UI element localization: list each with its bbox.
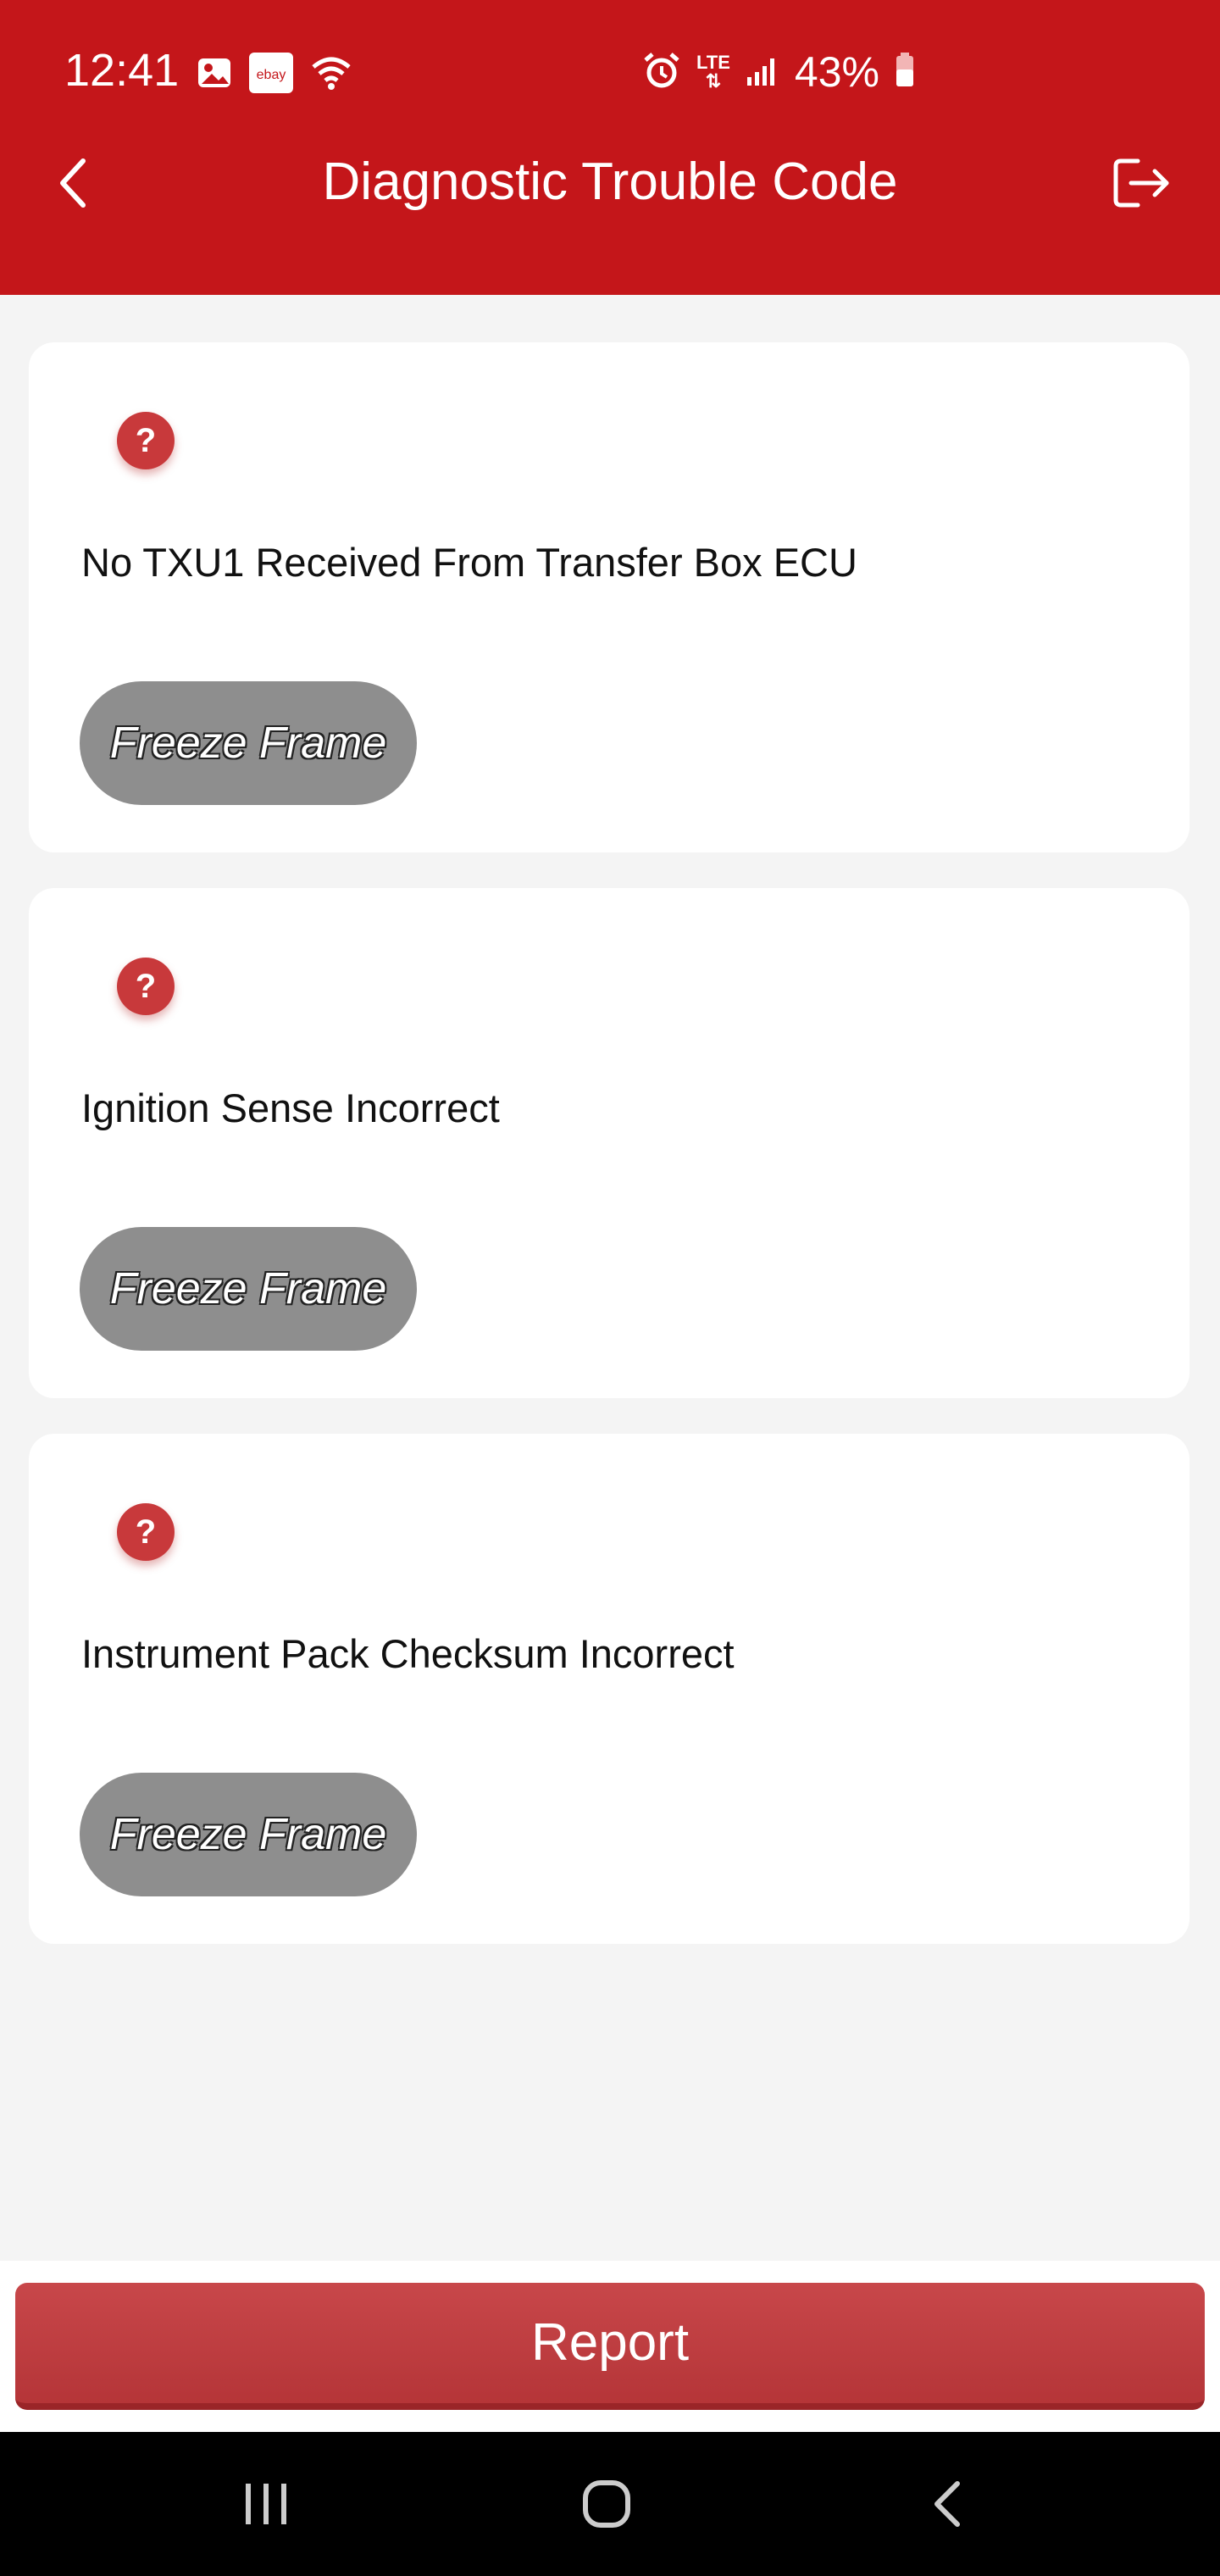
logout-icon — [1113, 158, 1169, 208]
freeze-frame-button[interactable]: Freeze Frame — [80, 1227, 417, 1351]
help-icon[interactable]: ? — [117, 958, 175, 1015]
battery-icon — [895, 52, 915, 92]
help-icon[interactable]: ? — [117, 1503, 175, 1561]
alarm-icon — [642, 52, 681, 93]
dtc-card: ? No TXU1 Received From Transfer Box ECU… — [29, 342, 1190, 852]
ebay-icon: ebay — [249, 53, 293, 97]
signal-icon — [746, 53, 779, 92]
dtc-card: ? Instrument Pack Checksum Incorrect Fre… — [29, 1434, 1190, 1944]
back-button[interactable] — [34, 142, 115, 224]
freeze-frame-button[interactable]: Freeze Frame — [80, 681, 417, 805]
help-icon[interactable]: ? — [117, 412, 175, 469]
lte-icon: LTE ⇅ — [696, 52, 730, 92]
status-right-icons: LTE ⇅ 43% — [642, 47, 915, 97]
exit-button[interactable] — [1101, 142, 1183, 224]
report-button[interactable]: Report — [15, 2283, 1205, 2410]
freeze-frame-button[interactable]: Freeze Frame — [80, 1773, 417, 1896]
dtc-description: Ignition Sense Incorrect — [81, 1085, 500, 1130]
recent-apps-button[interactable] — [215, 2466, 317, 2542]
system-back-button[interactable] — [896, 2466, 998, 2542]
dtc-description: No TXU1 Received From Transfer Box ECU — [81, 540, 857, 585]
status-left-icons: ebay — [197, 53, 352, 97]
dtc-description: Instrument Pack Checksum Incorrect — [81, 1631, 735, 1676]
system-navigation-bar — [0, 2432, 1220, 2576]
home-icon — [583, 2480, 630, 2528]
gallery-icon — [197, 57, 232, 93]
status-time: 12:41 — [64, 45, 180, 96]
dtc-card: ? Ignition Sense Incorrect Freeze Frame — [29, 888, 1190, 1398]
app-header: 12:41 ebay LTE ⇅ 43% Diagnostic Trouble … — [0, 0, 1220, 295]
report-footer: Report — [0, 2261, 1220, 2432]
lte-label: LTE — [696, 52, 730, 73]
nav-bar: Diagnostic Trouble Code — [0, 136, 1220, 224]
status-bar: 12:41 ebay LTE ⇅ 43% — [0, 0, 1220, 144]
back-icon — [934, 2481, 960, 2527]
home-button[interactable] — [556, 2466, 657, 2542]
chevron-left-icon — [60, 158, 86, 208]
ebay-icon-text: ebay — [257, 68, 286, 82]
recent-apps-icon — [246, 2484, 286, 2524]
page-title: Diagnostic Trouble Code — [322, 153, 898, 211]
wifi-icon — [310, 55, 352, 95]
battery-percent: 43% — [794, 48, 879, 96]
